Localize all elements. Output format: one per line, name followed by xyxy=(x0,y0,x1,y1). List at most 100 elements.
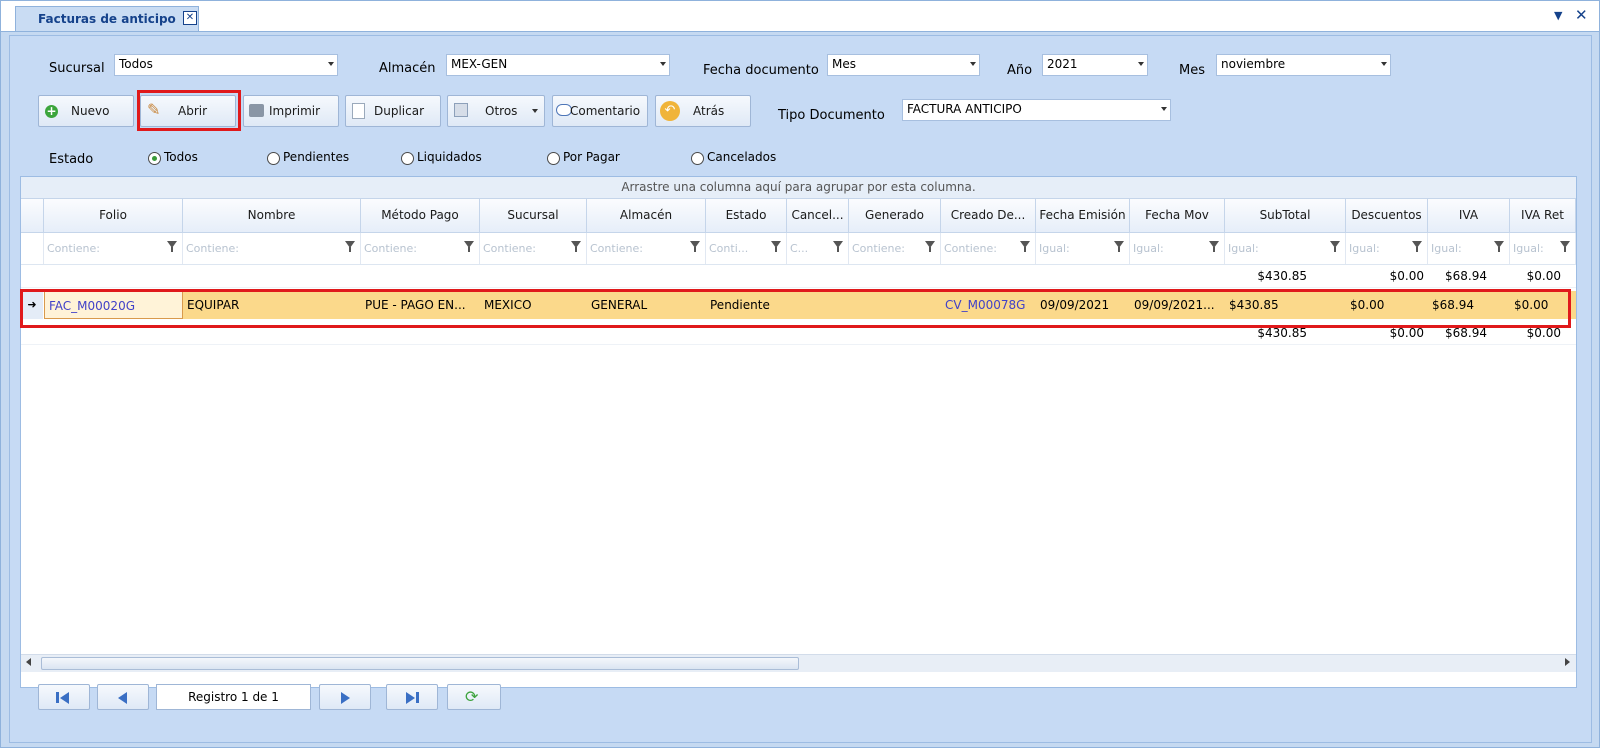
column-header-metodo-pago[interactable]: Método Pago xyxy=(361,199,480,232)
anio-select[interactable]: 2021 xyxy=(1042,54,1148,76)
filter-icon[interactable] xyxy=(925,241,935,252)
next-page-button[interactable] xyxy=(319,684,371,710)
filter-placeholder: Contiene: xyxy=(364,242,417,255)
abrir-button[interactable]: ✎ Abrir xyxy=(140,95,236,127)
radio-cancelados[interactable] xyxy=(691,152,704,165)
radio-liquidados[interactable] xyxy=(401,152,414,165)
window-menu-icon[interactable]: ▼ xyxy=(1554,9,1562,22)
filter-icon[interactable] xyxy=(1114,241,1124,252)
filter-cell-iva-ret[interactable]: Igual: xyxy=(1510,233,1576,264)
filter-icon[interactable] xyxy=(464,241,474,252)
filter-cell-almacen[interactable]: Contiene: xyxy=(587,233,706,264)
filter-cell-creado-de[interactable]: Contiene: xyxy=(941,233,1036,264)
filter-icon[interactable] xyxy=(1020,241,1030,252)
filter-icon[interactable] xyxy=(833,241,843,252)
column-header-folio[interactable]: Folio xyxy=(44,199,183,232)
group-by-panel[interactable]: Arrastre una columna aquí para agrupar p… xyxy=(21,177,1576,199)
filter-cell-generado[interactable]: Contiene: xyxy=(849,233,941,264)
cell-descuentos[interactable]: $0.00 xyxy=(1346,291,1428,319)
sucursal-select[interactable]: Todos xyxy=(114,54,338,76)
filter-icon[interactable] xyxy=(167,241,177,252)
filter-cell-fecha-emision[interactable]: Igual: xyxy=(1036,233,1130,264)
filter-cell-metodo-pago[interactable]: Contiene: xyxy=(361,233,480,264)
cell-sucursal[interactable]: MEXICO xyxy=(480,291,587,319)
nuevo-button[interactable]: + Nuevo xyxy=(38,95,134,127)
column-header-estado[interactable]: Estado xyxy=(706,199,787,232)
column-header-iva-ret[interactable]: IVA Ret xyxy=(1510,199,1576,232)
filter-cell-sucursal[interactable]: Contiene: xyxy=(480,233,587,264)
column-header-descuentos[interactable]: Descuentos xyxy=(1346,199,1428,232)
cell-fecha-emision[interactable]: 09/09/2021 xyxy=(1036,291,1130,319)
column-header-sucursal[interactable]: Sucursal xyxy=(480,199,587,232)
last-page-button[interactable] xyxy=(386,684,438,710)
duplicar-button[interactable]: Duplicar xyxy=(345,95,441,127)
filter-icon[interactable] xyxy=(1412,241,1422,252)
column-header-subtotal[interactable]: SubTotal xyxy=(1225,199,1346,232)
fecha-documento-select[interactable]: Mes xyxy=(827,54,980,76)
radio-pendientes[interactable] xyxy=(267,152,280,165)
cell-fecha-mov[interactable]: 09/09/2021... xyxy=(1130,291,1225,319)
filter-icon[interactable] xyxy=(345,241,355,252)
cell-generado[interactable] xyxy=(849,291,941,319)
cell-almacen[interactable]: GENERAL xyxy=(587,291,706,319)
cell-iva[interactable]: $68.94 xyxy=(1428,291,1510,319)
otros-button[interactable]: Otros xyxy=(447,95,545,127)
scroll-right-icon[interactable] xyxy=(1565,658,1570,666)
almacen-select[interactable]: MEX-GEN xyxy=(446,54,670,76)
cell-metodo-pago[interactable]: PUE - PAGO EN... xyxy=(361,291,480,319)
column-header-fecha-mov[interactable]: Fecha Mov xyxy=(1130,199,1225,232)
column-header-fecha-emision[interactable]: Fecha Emisión xyxy=(1036,199,1130,232)
row-selector-arrow-icon[interactable]: ➜ xyxy=(21,291,43,319)
imprimir-button[interactable]: Imprimir xyxy=(243,95,339,127)
refresh-button[interactable]: ⟳ xyxy=(447,684,501,710)
radio-todos[interactable] xyxy=(148,152,161,165)
record-indicator: Registro 1 de 1 xyxy=(156,684,311,710)
filter-cell-cancel[interactable]: C... xyxy=(787,233,849,264)
column-header-almacen[interactable]: Almacén xyxy=(587,199,706,232)
mes-select[interactable]: noviembre xyxy=(1216,54,1391,76)
tab-facturas-anticipo[interactable]: Facturas de anticipo ✕ xyxy=(15,6,199,31)
scroll-left-icon[interactable] xyxy=(26,658,31,666)
filter-cell-descuentos[interactable]: Igual: xyxy=(1346,233,1428,264)
atras-button[interactable]: ↶ Atrás xyxy=(655,95,751,127)
column-header-generado[interactable]: Generado xyxy=(849,199,941,232)
scrollbar-thumb[interactable] xyxy=(41,657,799,670)
cell-cancel[interactable] xyxy=(787,291,849,319)
chevron-down-icon xyxy=(532,109,538,113)
cell-folio[interactable]: FAC_M00020G xyxy=(44,291,183,319)
filter-cell-subtotal[interactable]: Igual: xyxy=(1225,233,1346,264)
filter-icon[interactable] xyxy=(771,241,781,252)
filter-cell-folio[interactable]: Contiene: xyxy=(44,233,183,264)
column-header-iva[interactable]: IVA xyxy=(1428,199,1510,232)
cell-estado[interactable]: Pendiente xyxy=(706,291,787,319)
column-header-cancel[interactable]: Cancel... xyxy=(787,199,849,232)
filter-cell-fecha-mov[interactable]: Igual: xyxy=(1130,233,1225,264)
filter-cell-nombre[interactable]: Contiene: xyxy=(183,233,361,264)
cell-iva-ret[interactable]: $0.00 xyxy=(1510,291,1576,319)
radio-todos-label: Todos xyxy=(164,150,198,164)
table-row[interactable]: FAC_M00020G EQUIPAR PUE - PAGO EN... MEX… xyxy=(44,291,1576,319)
last-page-icon xyxy=(406,692,415,704)
cell-subtotal[interactable]: $430.85 xyxy=(1225,291,1346,319)
filter-icon[interactable] xyxy=(1330,241,1340,252)
filter-cell-estado[interactable]: Conti... xyxy=(706,233,787,264)
radio-por-pagar[interactable] xyxy=(547,152,560,165)
cell-creado-de[interactable]: CV_M00078G xyxy=(941,291,1036,319)
filter-icon[interactable] xyxy=(1560,241,1570,252)
comentario-button[interactable]: Comentario xyxy=(552,95,648,127)
tab-close-icon[interactable]: ✕ xyxy=(183,11,197,25)
tipo-documento-select[interactable]: FACTURA ANTICIPO xyxy=(902,99,1171,121)
column-header-nombre[interactable]: Nombre xyxy=(183,199,361,232)
previous-page-button[interactable] xyxy=(97,684,149,710)
cell-nombre[interactable]: EQUIPAR xyxy=(183,291,361,319)
window-close-icon[interactable]: ✕ xyxy=(1575,6,1588,24)
filter-icon[interactable] xyxy=(1209,241,1219,252)
filter-placeholder: Igual: xyxy=(1228,242,1259,255)
filter-icon[interactable] xyxy=(690,241,700,252)
first-page-button[interactable] xyxy=(38,684,90,710)
filter-cell-iva[interactable]: Igual: xyxy=(1428,233,1510,264)
horizontal-scrollbar[interactable] xyxy=(21,654,1576,672)
filter-icon[interactable] xyxy=(1494,241,1504,252)
column-header-creado-de[interactable]: Creado De... xyxy=(941,199,1036,232)
filter-icon[interactable] xyxy=(571,241,581,252)
